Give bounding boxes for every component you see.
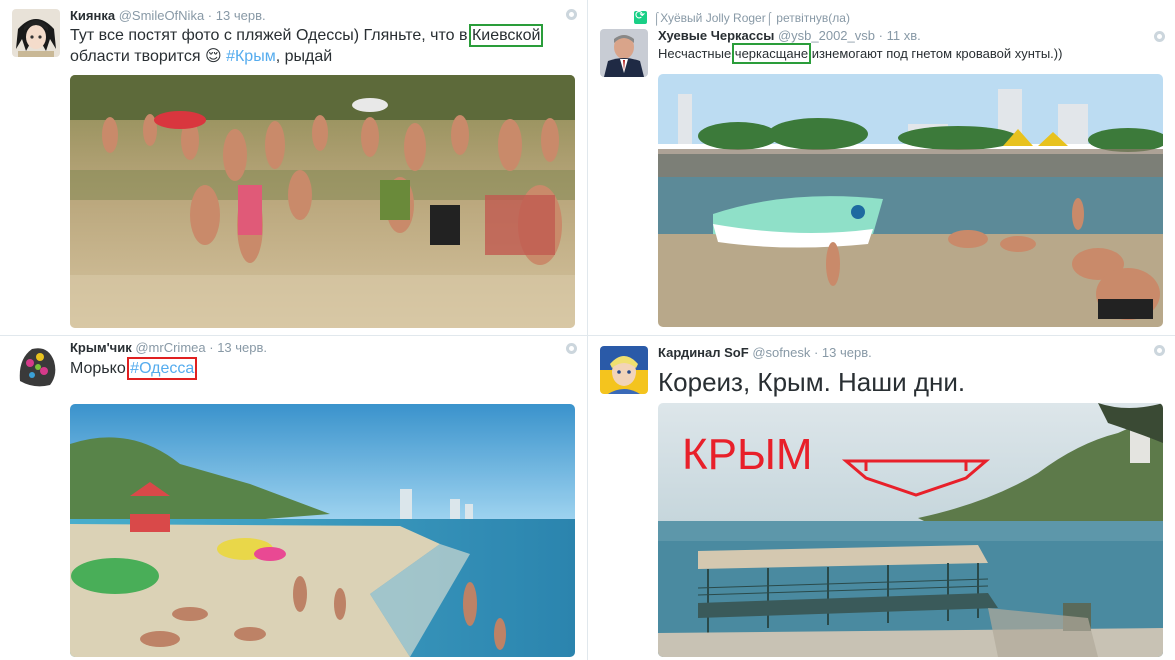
tweet-header: Хуевые Черкассы @ysb_2002_vsb · 11 хв. xyxy=(658,28,921,43)
tweet-photo[interactable] xyxy=(70,75,575,328)
username[interactable]: @mrCrimea xyxy=(135,340,205,355)
tweet-3: Крым'чик @mrCrimea · 13 черв. Морько #Од… xyxy=(0,336,587,660)
fullname[interactable]: Хуевые Черкассы xyxy=(658,28,774,43)
tweet-photo[interactable]: КРЫМ xyxy=(658,403,1163,657)
tweet-4: Кардинал SoF @sofnesk · 13 черв. Кореиз,… xyxy=(588,336,1175,660)
avatar[interactable] xyxy=(600,346,648,394)
username[interactable]: @ysb_2002_vsb xyxy=(778,28,875,43)
tweet-photo[interactable] xyxy=(70,404,575,657)
tweet-text: Несчастные черкасщане изнемогают под гне… xyxy=(658,43,1063,64)
overlay-caption: КРЫМ xyxy=(682,430,813,479)
tweet-header: Киянка @SmileOfNika · 13 черв. xyxy=(70,8,266,23)
retweet-icon xyxy=(634,8,647,24)
fullname[interactable]: Крым'чик xyxy=(70,340,132,355)
hashtag-link[interactable]: #Одесса xyxy=(127,357,198,380)
hashtag-link[interactable]: #Крым xyxy=(226,48,276,65)
tweet-header: Крым'чик @mrCrimea · 13 черв. xyxy=(70,340,268,355)
fullname[interactable]: Кардинал SoF xyxy=(658,345,749,360)
tweet-1: Киянка @SmileOfNika · 13 черв. Тут все п… xyxy=(0,0,587,335)
highlighted-word: черкасщане xyxy=(731,43,812,64)
timestamp[interactable]: 11 хв. xyxy=(887,28,921,43)
tweet-header: Кардинал SoF @sofnesk · 13 черв. xyxy=(658,345,872,360)
more-options-icon[interactable] xyxy=(566,9,577,20)
more-options-icon[interactable] xyxy=(1154,345,1165,356)
avatar[interactable] xyxy=(12,341,60,389)
highlighted-word: Киевской xyxy=(468,24,544,47)
retweet-context[interactable]: ⌠Хуёвый Jolly Roger⌠ ретвітнув(ла) xyxy=(634,8,850,25)
emoji-icon: 😌 xyxy=(204,48,222,65)
username[interactable]: @SmileOfNika xyxy=(119,8,204,23)
avatar[interactable] xyxy=(600,29,648,77)
tweet-text: Тут все постят фото с пляжей Одессы) Гля… xyxy=(70,24,544,47)
tweet-text: Морько #Одесса xyxy=(70,357,198,380)
username[interactable]: @sofnesk xyxy=(752,345,810,360)
avatar[interactable] xyxy=(12,9,60,57)
more-options-icon[interactable] xyxy=(566,343,577,354)
tweet-2: ⌠Хуёвый Jolly Roger⌠ ретвітнув(ла) Хуевы… xyxy=(588,0,1175,335)
tweet-text: Кореиз, Крым. Наши дни. xyxy=(658,367,966,397)
fullname[interactable]: Киянка xyxy=(70,8,115,23)
timestamp[interactable]: 13 черв. xyxy=(216,8,266,23)
timestamp[interactable]: 13 черв. xyxy=(822,345,872,360)
timestamp[interactable]: 13 черв. xyxy=(217,340,267,355)
tweet-text-line2: области творится 😌 #Крым, рыдай xyxy=(70,48,333,65)
tweet-photo[interactable] xyxy=(658,74,1163,327)
more-options-icon[interactable] xyxy=(1154,31,1165,42)
